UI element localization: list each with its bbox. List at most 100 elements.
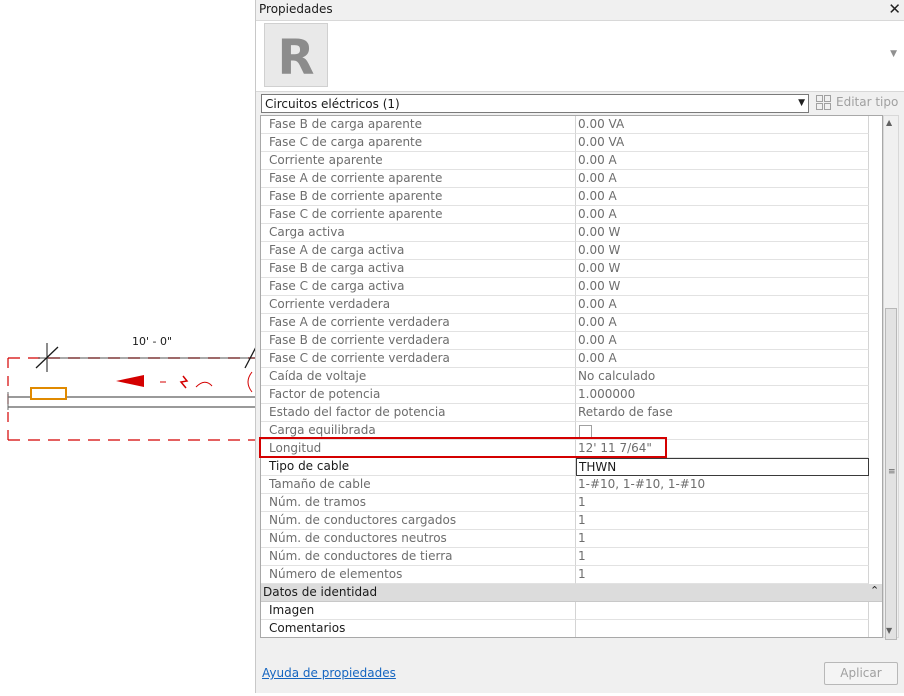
property-row[interactable]: Núm. de conductores cargados 1 <box>261 512 882 530</box>
panel-title: Propiedades <box>259 2 333 16</box>
property-row[interactable]: Tipo de cable THWN <box>261 458 882 476</box>
property-name: Comentarios <box>261 620 576 637</box>
property-value: 0.00 W <box>576 224 869 242</box>
element-type-selector[interactable]: Circuitos eléctricos (1) ▼ <box>261 94 809 113</box>
property-row[interactable]: Fase A de corriente verdadera 0.00 A <box>261 314 882 332</box>
property-name: Fase C de corriente verdadera <box>261 350 576 368</box>
property-name: Caída de voltaje <box>261 368 576 386</box>
property-row[interactable]: Núm. de conductores de tierra 1 <box>261 548 882 566</box>
property-value: 0.00 W <box>576 278 869 296</box>
property-name: Corriente verdadera <box>261 296 576 314</box>
property-row[interactable]: Fase C de carga aparente 0.00 VA <box>261 134 882 152</box>
property-name: Fase A de corriente verdadera <box>261 314 576 332</box>
scroll-up-icon[interactable]: ▲ <box>886 118 892 127</box>
property-name: Fase A de carga activa <box>261 242 576 260</box>
scroll-down-icon[interactable]: ▼ <box>886 626 892 635</box>
drawing-canvas[interactable]: 10' - 0" <box>0 0 257 693</box>
property-value: 1.000000 <box>576 386 869 404</box>
property-value: 0.00 A <box>576 350 869 368</box>
scroll-thumb[interactable]: ≡ <box>885 308 897 640</box>
close-icon[interactable]: ✕ <box>888 0 901 18</box>
property-name: Fase C de carga activa <box>261 278 576 296</box>
property-name: Fase C de corriente aparente <box>261 206 576 224</box>
property-value: 1 <box>576 512 869 530</box>
property-name: Núm. de conductores cargados <box>261 512 576 530</box>
property-name: Tamaño de cable <box>261 476 576 494</box>
property-value: No calculado <box>576 368 869 386</box>
grid-scrollbar[interactable]: ▲ ≡ ▼ <box>883 115 899 640</box>
property-row[interactable]: Corriente aparente 0.00 A <box>261 152 882 170</box>
property-value: 0.00 A <box>576 332 869 350</box>
property-name: Fase A de corriente aparente <box>261 170 576 188</box>
edit-type-icon <box>816 95 831 110</box>
property-name: Estado del factor de potencia <box>261 404 576 422</box>
property-row[interactable]: Factor de potencia 1.000000 <box>261 386 882 404</box>
property-row[interactable]: Fase B de carga aparente 0.00 VA <box>261 116 882 134</box>
property-row[interactable]: Fase C de corriente aparente 0.00 A <box>261 206 882 224</box>
property-row[interactable]: Estado del factor de potencia Retardo de … <box>261 404 882 422</box>
property-value[interactable]: THWN <box>576 458 869 476</box>
property-row[interactable]: Núm. de conductores neutros 1 <box>261 530 882 548</box>
property-name: Imagen <box>261 602 576 620</box>
property-value[interactable] <box>576 602 869 620</box>
property-value: 0.00 A <box>576 314 869 332</box>
svg-text:R: R <box>278 30 315 86</box>
property-value: 0.00 A <box>576 170 869 188</box>
property-name: Corriente aparente <box>261 152 576 170</box>
property-name: Fase C de carga aparente <box>261 134 576 152</box>
property-value: 0.00 A <box>576 152 869 170</box>
edit-type-button[interactable]: Editar tipo <box>815 94 903 113</box>
property-value: 1 <box>576 530 869 548</box>
property-row[interactable]: Caída de voltaje No calculado <box>261 368 882 386</box>
property-row[interactable]: Fase A de carga activa 0.00 W <box>261 242 882 260</box>
collapse-icon[interactable]: ⌃ <box>870 584 879 597</box>
revit-logo-icon: R <box>278 30 315 86</box>
property-value: 1-#10, 1-#10, 1-#10 <box>576 476 869 494</box>
property-value: 1 <box>576 566 869 584</box>
selector-value: Circuitos eléctricos (1) <box>265 97 400 111</box>
properties-grid: Fase B de carga aparente 0.00 VA Fase C de… <box>260 115 883 638</box>
property-row[interactable]: Tamaño de cable 1-#10, 1-#10, 1-#10 <box>261 476 882 494</box>
property-name: Núm. de conductores de tierra <box>261 548 576 566</box>
property-name: Tipo de cable <box>261 458 576 476</box>
property-name: Factor de potencia <box>261 386 576 404</box>
property-name: Núm. de tramos <box>261 494 576 512</box>
group-label: Datos de identidad <box>263 585 378 599</box>
property-name: Fase B de carga aparente <box>261 116 576 134</box>
properties-panel: Propiedades ✕ R ▼ Circuitos eléctricos (… <box>255 0 904 693</box>
property-row[interactable]: Carga activa 0.00 W <box>261 224 882 242</box>
type-preview: R ▼ <box>256 20 904 92</box>
property-row[interactable]: Fase B de corriente aparente 0.00 A <box>261 188 882 206</box>
property-row[interactable]: Imagen <box>261 602 882 620</box>
property-name: Fase B de corriente verdadera <box>261 332 576 350</box>
property-row[interactable]: Fase A de corriente aparente 0.00 A <box>261 170 882 188</box>
property-name: Fase B de carga activa <box>261 260 576 278</box>
property-row[interactable]: Fase C de corriente verdadera 0.00 A <box>261 350 882 368</box>
circuit-drawing <box>7 343 257 441</box>
help-link[interactable]: Ayuda de propiedades <box>262 666 396 680</box>
property-value: 0.00 VA <box>576 134 869 152</box>
property-row[interactable]: Corriente verdadera 0.00 A <box>261 296 882 314</box>
group-header-identity[interactable]: Datos de identidad ⌃ <box>261 584 882 602</box>
property-row[interactable]: Fase B de corriente verdadera 0.00 A <box>261 332 882 350</box>
property-value[interactable] <box>576 620 869 637</box>
property-row[interactable]: Fase B de carga activa 0.00 W <box>261 260 882 278</box>
property-value: 0.00 A <box>576 296 869 314</box>
dimension-label: 10' - 0" <box>132 335 173 348</box>
property-name: Fase B de corriente aparente <box>261 188 576 206</box>
chevron-down-icon[interactable]: ▼ <box>890 49 897 59</box>
property-row[interactable]: Núm. de tramos 1 <box>261 494 882 512</box>
property-row[interactable]: Comentarios <box>261 620 882 637</box>
grip-icon: ≡ <box>888 467 896 477</box>
dropdown-arrow-icon[interactable]: ▼ <box>798 98 805 108</box>
property-row[interactable]: Número de elementos 1 <box>261 566 882 584</box>
property-row[interactable]: Fase C de carga activa 0.00 W <box>261 278 882 296</box>
property-value: Retardo de fase <box>576 404 869 422</box>
property-value: 0.00 W <box>576 260 869 278</box>
panel-titlebar: Propiedades ✕ <box>256 0 904 20</box>
property-value: 0.00 A <box>576 188 869 206</box>
property-name: Número de elementos <box>261 566 576 584</box>
edit-type-label: Editar tipo <box>836 95 899 109</box>
apply-button[interactable]: Aplicar <box>824 662 898 685</box>
property-value: 0.00 W <box>576 242 869 260</box>
